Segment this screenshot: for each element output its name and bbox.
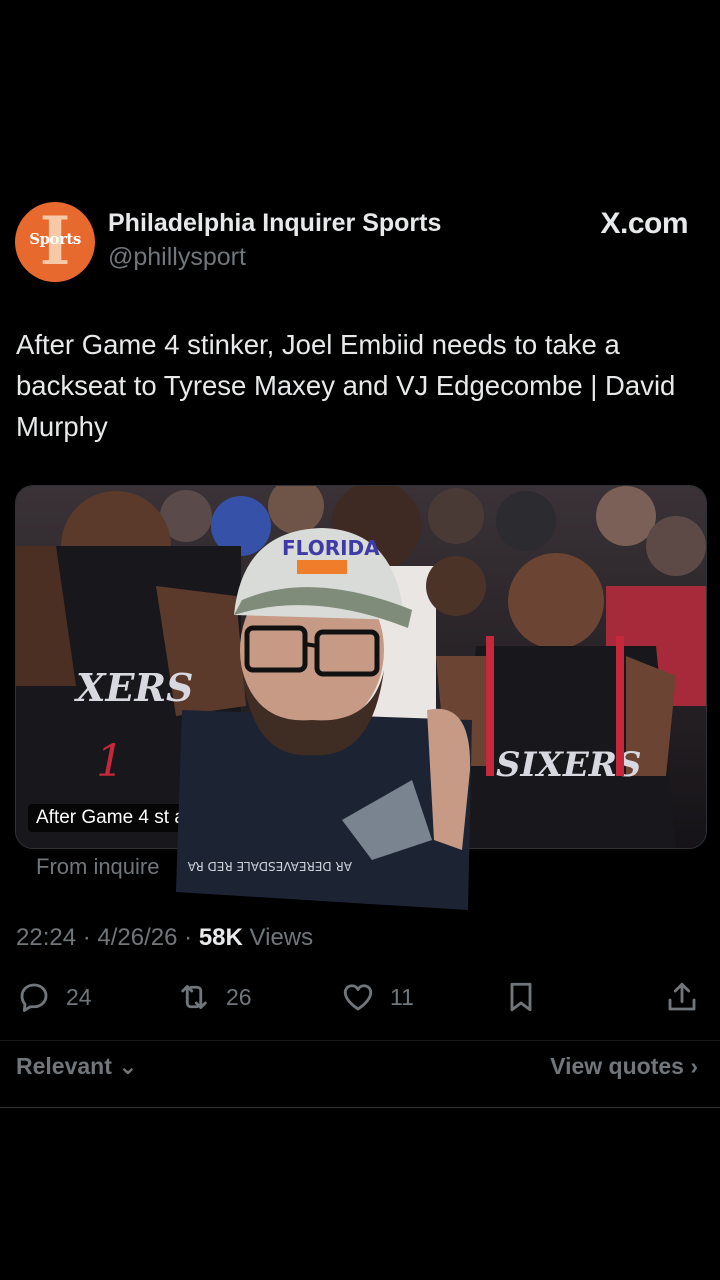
repost-icon — [181, 985, 207, 1009]
action-bar: 24 26 11 — [0, 975, 720, 1019]
post-text: After Game 4 stinker, Joel Embiid needs … — [16, 329, 676, 442]
reply-count: 24 — [66, 983, 92, 1010]
repost-count: 26 — [226, 983, 252, 1010]
view-quotes-link[interactable]: View quotes › — [550, 1053, 698, 1080]
post-meta: 22:24 · 4/26/26 · 58K Views — [16, 924, 314, 951]
bookmark-button[interactable] — [503, 975, 553, 1019]
share-button[interactable] — [664, 975, 714, 1019]
sort-relevant-dropdown[interactable]: Relevant ⌄ — [16, 1053, 138, 1080]
bookmark-icon — [510, 982, 532, 1012]
views-label: Views — [249, 924, 314, 951]
card-source[interactable]: From inquire — [36, 854, 159, 880]
chevron-down-icon: ⌄ — [118, 1053, 138, 1079]
divider — [0, 1107, 720, 1108]
creator-overlay-image: AR DEREAVESDALE RED RA FLORIDA — [176, 528, 472, 910]
sort-label: Relevant — [16, 1053, 112, 1079]
author-avatar[interactable]: I Sports — [15, 202, 95, 282]
post-time[interactable]: 22:24 — [16, 924, 76, 951]
svg-text:1: 1 — [96, 736, 124, 787]
svg-text:AR DEREAVESDALE RED RA: AR DEREAVESDALE RED RA — [187, 859, 352, 873]
tweet-screen: I Sports Philadelphia Inquirer Sports @p… — [0, 0, 720, 1280]
x-brand-label: X.com — [600, 207, 688, 240]
avatar-text: Sports — [29, 230, 81, 248]
post-date[interactable]: 4/26/26 — [97, 924, 177, 951]
divider — [0, 1040, 720, 1041]
view-quotes-label: View quotes — [550, 1053, 684, 1079]
heart-icon — [343, 984, 373, 1011]
share-icon — [668, 982, 696, 1011]
views-count: 58K — [198, 924, 243, 951]
author-display-name[interactable]: Philadelphia Inquirer Sports — [108, 209, 441, 238]
reply-icon — [20, 983, 48, 1012]
like-button[interactable]: 11 — [340, 975, 414, 1019]
repost-button[interactable]: 26 — [176, 975, 252, 1019]
chevron-right-icon: › — [690, 1053, 698, 1079]
like-count: 11 — [390, 983, 414, 1010]
reply-button[interactable]: 24 — [16, 975, 92, 1019]
author-handle[interactable]: @phillysport — [108, 243, 246, 272]
svg-text:FLORIDA: FLORIDA — [282, 536, 380, 560]
